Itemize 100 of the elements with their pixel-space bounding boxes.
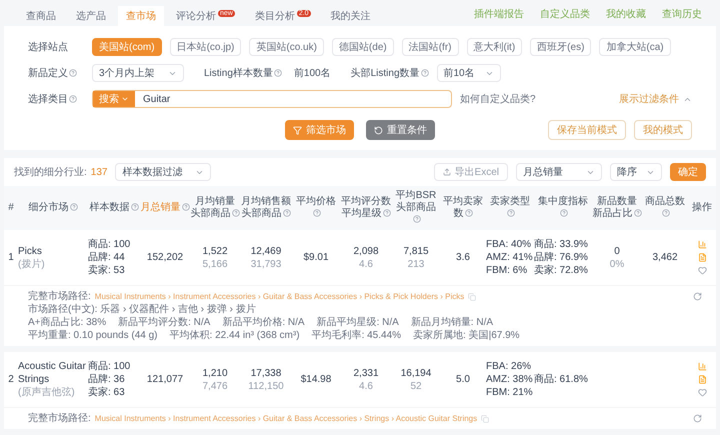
table-cell: 2,331	[353, 366, 379, 380]
my-mode-button[interactable]: 我的模式	[634, 120, 692, 140]
table-cell-text: 2	[8, 373, 14, 387]
table-cell-text: 品牌: 76.9%	[534, 251, 589, 264]
market-stat: 市场路径(中文): 乐器 › 仪器配件 › 吉他 › 拨弹 › 拨片	[28, 303, 256, 316]
column-header: 月均销售额 头部商品	[240, 194, 292, 221]
market-name-chinese: (原声吉他弦)	[18, 386, 76, 399]
table-cell-text: 5.0	[456, 373, 470, 387]
filter-icon	[293, 126, 302, 134]
market-name[interactable]: Picks	[18, 244, 88, 258]
category-search-field[interactable]: 搜索 Guitar	[92, 90, 452, 108]
result-count-label: 找到的细分行业:	[14, 166, 87, 180]
save-mode-button[interactable]: 保存当前模式	[548, 120, 626, 140]
column-header: 商品总数	[642, 190, 688, 226]
head-listing-select[interactable]: 前10名	[436, 64, 500, 82]
table-cell: 31,793	[250, 258, 282, 270]
table-cell: AMZ: 38%	[486, 373, 534, 386]
filter-label: 选择站点	[28, 40, 69, 54]
filter-label: 头部Listing数量	[350, 66, 420, 80]
sort-field-select[interactable]: 月总销量	[516, 163, 602, 181]
help-icon	[274, 69, 282, 77]
table-cell-text: FBA: 26%	[486, 360, 532, 373]
top-link[interactable]: 插件端报告	[474, 7, 524, 22]
refresh-icon[interactable]	[693, 414, 702, 423]
top-link[interactable]: 我的收藏	[606, 7, 646, 22]
column-header: 细分市场	[18, 190, 88, 226]
new-product-select[interactable]: 3个月内上架	[92, 64, 184, 82]
table-cell-text: 3.6	[456, 251, 470, 265]
table-cell-text: 商品: 100	[88, 360, 132, 373]
table-cell-text: 卖家: 63	[88, 386, 126, 399]
site-option[interactable]: 日本站(co.jp)	[170, 38, 242, 56]
site-option[interactable]: 美国站(com)	[92, 38, 162, 56]
top-link[interactable]: 查询历史	[662, 7, 702, 22]
filter-market-button[interactable]: 筛选市场	[285, 120, 354, 140]
site-option[interactable]: 西班牙(es)	[530, 38, 592, 56]
filter-label: 新品定义	[28, 66, 68, 80]
site-option[interactable]: 加拿大站(ca)	[599, 38, 671, 56]
chart-icon[interactable]	[698, 362, 706, 371]
reset-button[interactable]: 重置条件	[366, 120, 435, 140]
table-cell: 7,476	[202, 380, 228, 392]
help-link[interactable]: 如何自定义品类?	[460, 92, 536, 106]
copy-icon[interactable]	[468, 292, 476, 300]
market-name[interactable]: Acoustic Guitar Strings	[18, 360, 88, 386]
table-cell: 213	[408, 258, 424, 270]
column-header: 平均价格	[292, 190, 340, 226]
tab[interactable]: 选产品	[68, 6, 114, 26]
table-cell: 52	[410, 380, 422, 392]
upload-icon	[442, 168, 451, 176]
chart-icon[interactable]	[698, 240, 706, 249]
top-link[interactable]: 自定义品类	[540, 7, 590, 22]
table-cell: 4.6	[359, 380, 373, 392]
table-cell-text: 1	[8, 251, 14, 265]
column-header: 平均评分数 平均星级	[340, 195, 392, 221]
table-cell: 1,210	[202, 366, 228, 380]
market-stat: 平均体积: 22.44 in³ (368 cm³)	[170, 329, 300, 342]
confirm-button[interactable]: 确定	[670, 163, 706, 181]
search-mode-dropdown[interactable]: 搜索	[93, 91, 135, 107]
reset-icon	[374, 126, 383, 134]
table-cell: 5,166	[202, 258, 228, 270]
market-name-chinese: (拨片)	[18, 258, 46, 270]
table-cell-text: $14.98	[300, 373, 332, 387]
site-option[interactable]: 意大利(it)	[466, 38, 522, 56]
result-count: 137	[90, 166, 108, 180]
table-cell: 12,469	[250, 244, 282, 258]
refresh-icon[interactable]	[693, 292, 702, 301]
table-cell: 1,522	[202, 244, 228, 258]
tab[interactable]: 查商品	[18, 6, 64, 26]
column-header: 集中度指标	[534, 190, 592, 226]
export-excel-button[interactable]: 导出Excel	[434, 163, 508, 181]
table-cell: FBM: 21%	[486, 386, 534, 399]
copy-icon[interactable]	[481, 414, 490, 422]
tab[interactable]: 查市场	[118, 6, 164, 26]
sort-order-select[interactable]: 降序	[610, 163, 662, 181]
site-option[interactable]: 德国站(de)	[332, 38, 394, 56]
document-icon[interactable]	[698, 253, 706, 262]
market-stat: 平均毛利率: 45.44%	[312, 329, 402, 342]
site-option[interactable]: 法国站(fr)	[402, 38, 458, 56]
help-icon	[420, 69, 428, 77]
table-cell: 0%	[610, 258, 624, 270]
market-stat: 新品平均价格: N/A	[222, 316, 305, 329]
market-stat: 新品平均星级: N/A	[316, 316, 399, 329]
table-cell-text: 121,077	[146, 373, 184, 387]
table-cell: 2,098	[353, 244, 379, 258]
sample-filter-select[interactable]: 样本数据过滤	[115, 163, 212, 181]
market-stat: 卖家所属地: 美国|67.9%	[413, 329, 520, 342]
column-header: 月总销量	[140, 190, 190, 226]
site-option[interactable]: 英国站(co.uk)	[249, 38, 324, 56]
filter-label: Listing样本数量	[204, 66, 273, 80]
column-header: 样本数据	[88, 190, 140, 226]
column-header: #	[7, 201, 15, 215]
table-cell: 0	[614, 244, 620, 258]
heart-icon[interactable]	[698, 388, 706, 397]
table-cell-text: FBA: 40%	[486, 238, 532, 251]
heart-icon[interactable]	[698, 266, 706, 275]
help-icon	[69, 95, 77, 103]
document-icon[interactable]	[698, 375, 706, 384]
tab[interactable]: 我的关注	[322, 6, 379, 26]
toggle-filters-button[interactable]: 展示过滤条件	[619, 92, 692, 106]
column-header: 月均销量 头部商品	[190, 190, 240, 226]
table-cell: 112,150	[248, 380, 284, 392]
